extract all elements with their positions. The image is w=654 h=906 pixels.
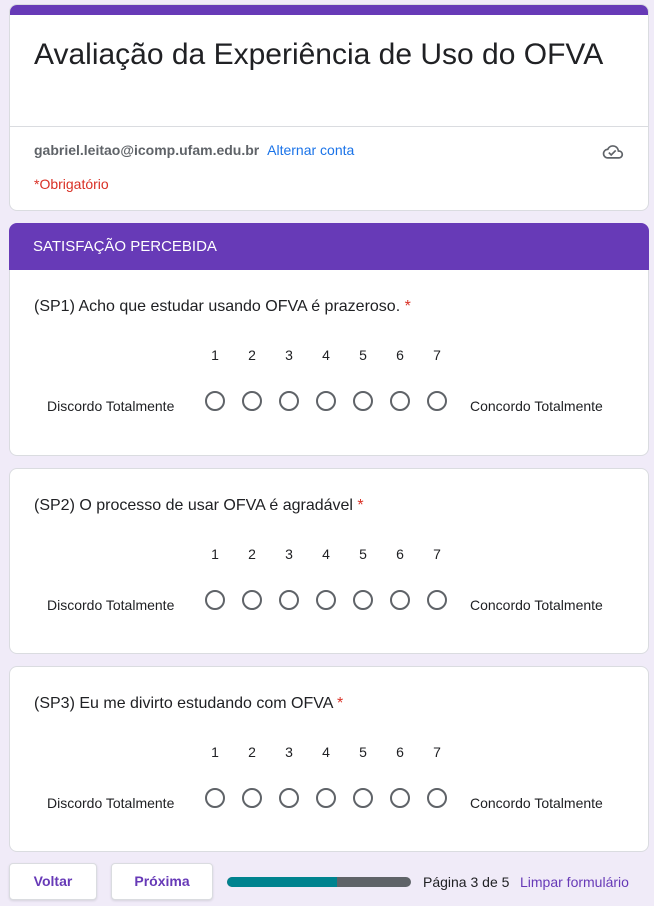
account-email: gabriel.leitao@icomp.ufam.edu.br — [34, 142, 260, 158]
progress-bar-fill — [227, 877, 338, 887]
scale-number: 3 — [285, 744, 293, 760]
account-line: gabriel.leitao@icomp.ufam.edu.br Alterna… — [34, 141, 354, 159]
scale-number: 4 — [322, 546, 330, 562]
question-card-sp1: (SP1) Acho que estudar usando OFVA é pra… — [9, 270, 649, 456]
radio-option-1[interactable] — [205, 391, 225, 411]
scale-number: 6 — [396, 347, 404, 363]
scale-high-label: Concordo Totalmente — [470, 795, 603, 811]
scale-number: 5 — [359, 347, 367, 363]
scale-high-label: Concordo Totalmente — [470, 398, 603, 414]
radio-option-3[interactable] — [279, 391, 299, 411]
back-button[interactable]: Voltar — [9, 863, 97, 900]
cloud-check-icon[interactable] — [601, 140, 625, 164]
form-header-card: Avaliação da Experiência de Uso do OFVA … — [9, 4, 649, 211]
radio-option-3[interactable] — [279, 788, 299, 808]
radio-option-3[interactable] — [279, 590, 299, 610]
question-card-sp3: (SP3) Eu me divirto estudando com OFVA *… — [9, 666, 649, 852]
radio-option-4[interactable] — [316, 788, 336, 808]
scale-high-label: Concordo Totalmente — [470, 597, 603, 613]
scale-number: 1 — [211, 347, 219, 363]
radio-option-2[interactable] — [242, 590, 262, 610]
radio-option-6[interactable] — [390, 788, 410, 808]
question-label: (SP1) Acho que estudar usando OFVA é pra… — [34, 298, 401, 315]
section-title: SATISFAÇÃO PERCEBIDA — [33, 238, 217, 255]
radio-option-7[interactable] — [427, 391, 447, 411]
scale-number: 7 — [433, 744, 441, 760]
question-card-sp2: (SP2) O processo de usar OFVA é agradáve… — [9, 468, 649, 654]
scale-number: 1 — [211, 744, 219, 760]
question-text: (SP1) Acho que estudar usando OFVA é pra… — [34, 296, 411, 318]
required-mark: * — [357, 497, 364, 514]
radio-option-4[interactable] — [316, 590, 336, 610]
scale-low-label: Discordo Totalmente — [47, 398, 175, 414]
scale-number: 7 — [433, 347, 441, 363]
scale-number: 5 — [359, 744, 367, 760]
radio-option-7[interactable] — [427, 788, 447, 808]
question-label: (SP2) O processo de usar OFVA é agradáve… — [34, 497, 353, 514]
page-indicator: Página 3 de 5 — [423, 874, 510, 890]
required-mark: * — [404, 298, 411, 315]
scale-number: 4 — [322, 744, 330, 760]
radio-option-7[interactable] — [427, 590, 447, 610]
progress-bar — [227, 877, 411, 887]
scale-number: 2 — [248, 347, 256, 363]
radio-option-6[interactable] — [390, 590, 410, 610]
scale-low-label: Discordo Totalmente — [47, 597, 175, 613]
next-button[interactable]: Próxima — [111, 863, 213, 900]
scale-number: 2 — [248, 744, 256, 760]
radio-option-5[interactable] — [353, 590, 373, 610]
question-text: (SP3) Eu me divirto estudando com OFVA * — [34, 693, 343, 715]
radio-option-5[interactable] — [353, 788, 373, 808]
required-note: *Obrigatório — [34, 176, 109, 192]
radio-option-1[interactable] — [205, 590, 225, 610]
question-text: (SP2) O processo de usar OFVA é agradáve… — [34, 495, 364, 517]
radio-option-4[interactable] — [316, 391, 336, 411]
radio-option-5[interactable] — [353, 391, 373, 411]
scale-number: 3 — [285, 546, 293, 562]
scale-number: 2 — [248, 546, 256, 562]
header-divider — [10, 126, 648, 127]
section-header: SATISFAÇÃO PERCEBIDA — [9, 223, 649, 271]
radio-option-2[interactable] — [242, 788, 262, 808]
radio-option-6[interactable] — [390, 391, 410, 411]
radio-option-2[interactable] — [242, 391, 262, 411]
header-accent-bar — [10, 5, 648, 15]
radio-option-1[interactable] — [205, 788, 225, 808]
scale-number: 6 — [396, 744, 404, 760]
required-mark: * — [336, 695, 344, 712]
scale-number: 7 — [433, 546, 441, 562]
scale-number: 3 — [285, 347, 293, 363]
scale-number: 1 — [211, 546, 219, 562]
clear-form-button[interactable]: Limpar formulário — [520, 874, 629, 890]
form-title: Avaliação da Experiência de Uso do OFVA — [34, 38, 604, 71]
question-label: (SP3) Eu me divirto estudando com OFVA — [34, 695, 333, 712]
scale-low-label: Discordo Totalmente — [47, 795, 175, 811]
scale-number: 5 — [359, 546, 367, 562]
switch-account-link[interactable]: Alternar conta — [267, 142, 354, 158]
scale-number: 4 — [322, 347, 330, 363]
scale-number: 6 — [396, 546, 404, 562]
